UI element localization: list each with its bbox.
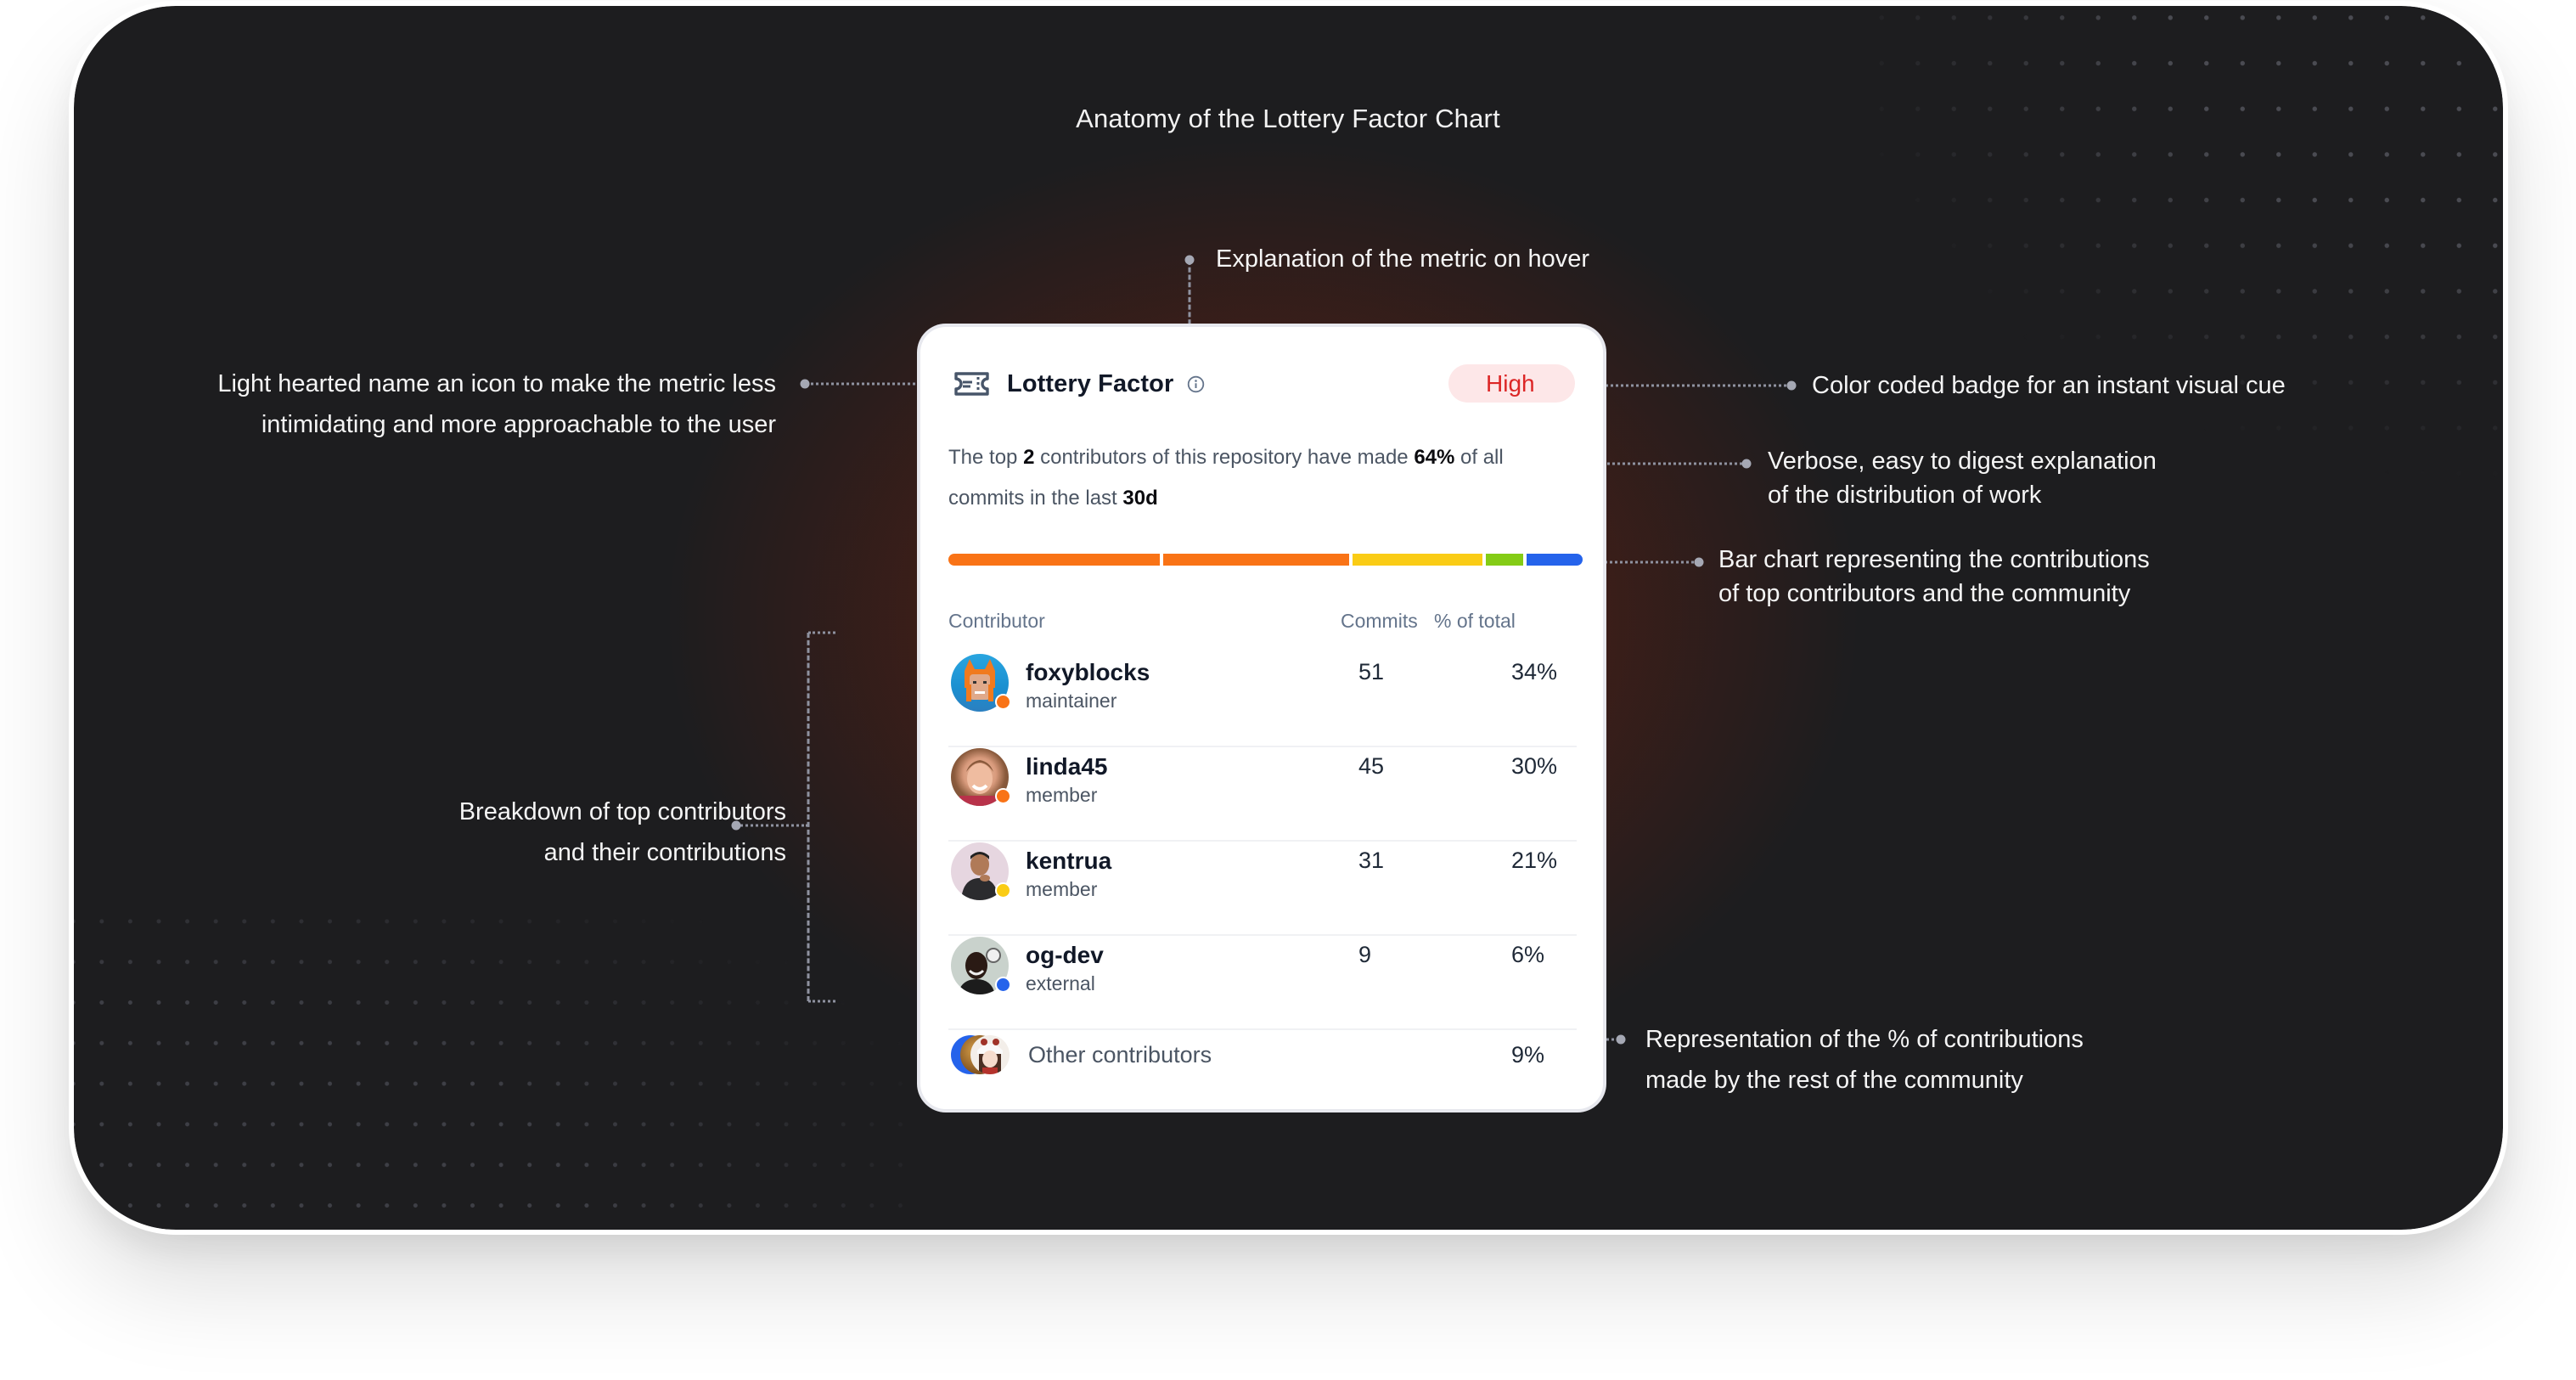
role-dot: [995, 788, 1011, 804]
role-dot: [995, 694, 1011, 710]
bar-segment-foxyblocks[interactable]: [948, 554, 1160, 566]
contributor-commits: 9: [1358, 942, 1372, 967]
annotation-line: intimidating and more approachable to th…: [261, 411, 776, 438]
summary-part: The top: [948, 446, 1024, 469]
column-contributor: Contributor: [948, 610, 1045, 632]
annotation-badge: Color coded badge for an instant visual …: [1812, 372, 2286, 399]
lottery-factor-card: Lottery Factor High The top 2 contributo…: [920, 327, 1603, 1109]
other-contributors-label[interactable]: Other contributors: [1028, 1042, 1212, 1068]
connector-breakdown: [736, 824, 808, 827]
info-icon[interactable]: [1187, 375, 1205, 393]
annotation-line: Light hearted name an icon to make the m…: [217, 370, 776, 397]
diagram-title: Anatomy of the Lottery Factor Chart: [1076, 104, 1500, 133]
avatar-stack: [948, 1035, 1016, 1078]
annotation-line: Representation of the % of contributions: [1645, 1026, 2084, 1053]
contributor-percent: 30%: [1511, 753, 1558, 779]
contributor-role: external: [1026, 972, 1095, 994]
summary-percent: 64%: [1414, 446, 1455, 469]
card-title: Lottery Factor: [1007, 369, 1174, 397]
contributor-name[interactable]: linda45: [1026, 753, 1107, 780]
bar-segment-linda45[interactable]: [1162, 554, 1349, 566]
dot-grid-top-right: [1864, 6, 2503, 482]
annotation-breakdown: Breakdown of top contributors and their …: [459, 791, 786, 873]
avatar: [951, 842, 1011, 900]
table-row[interactable]: kentrua member 31 21%: [948, 842, 1577, 936]
contributor-role: member: [1026, 878, 1098, 900]
table-header: Contributor Commits % of total: [948, 610, 1577, 635]
other-contributors-percent: 9%: [1511, 1042, 1545, 1067]
contributor-commits: 31: [1358, 848, 1385, 873]
avatar: [951, 654, 1011, 712]
connector-bar-chart: [1594, 560, 1699, 564]
contributor-commits: 51: [1358, 659, 1385, 684]
contributor-name[interactable]: foxyblocks: [1026, 659, 1150, 686]
annotation-hover-explanation: Explanation of the metric on hover: [1216, 245, 1590, 273]
contributor-percent: 6%: [1511, 942, 1545, 967]
table-row[interactable]: foxyblocks maintainer 51 34%: [948, 654, 1577, 747]
annotation-line: Bar chart representing the contributions: [1718, 546, 2150, 573]
annotation-line: of the distribution of work: [1768, 482, 2042, 509]
summary-top-count: 2: [1023, 446, 1035, 469]
role-dot: [995, 882, 1011, 898]
bar-segment-og-dev[interactable]: [1486, 554, 1524, 566]
avatar: [970, 1035, 1010, 1074]
annotation-name-icon: Light hearted name an icon to make the m…: [217, 363, 776, 445]
contributor-percent: 34%: [1511, 659, 1558, 684]
annotation-representation: Representation of the % of contributions…: [1645, 1019, 2084, 1101]
contributor-name[interactable]: og-dev: [1026, 942, 1104, 969]
annotation-line: and their contributions: [543, 839, 786, 866]
annotation-verbose: Verbose, easy to digest explanation of t…: [1768, 444, 2157, 512]
contribution-bar-chart: [948, 554, 1583, 566]
summary-period: 30d: [1122, 487, 1158, 510]
connector-dot: [800, 379, 810, 389]
summary-part: contributors of this repository have mad…: [1034, 446, 1415, 469]
connector-dot: [1741, 459, 1752, 469]
contributor-role: member: [1026, 784, 1098, 806]
summary-text: The top 2 contributors of this repositor…: [948, 437, 1577, 519]
connector-dot: [1694, 557, 1704, 567]
table-row[interactable]: linda45 member 45 30%: [948, 748, 1577, 842]
column-percent: % of total: [1434, 610, 1516, 632]
connector-bracket-bottom: [808, 1000, 835, 1003]
avatar: [951, 937, 1011, 994]
table-row[interactable]: og-dev external 9 6%: [948, 937, 1577, 1030]
annotation-line: made by the rest of the community: [1645, 1067, 2023, 1094]
other-contributors-row[interactable]: Other contributors 9%: [948, 1032, 1577, 1091]
ticket-icon: [954, 372, 989, 396]
connector-dot: [1616, 1034, 1626, 1045]
contributor-commits: 45: [1358, 753, 1385, 779]
connector-bracket: [807, 633, 810, 1001]
contributor-percent: 21%: [1511, 848, 1558, 873]
bar-segment-kentrua[interactable]: [1352, 554, 1483, 566]
status-badge: High: [1448, 364, 1575, 403]
contributor-role: maintainer: [1026, 690, 1117, 712]
dot-grid-bottom-left: [74, 889, 923, 1230]
annotation-bar-chart: Bar chart representing the contributions…: [1718, 543, 2150, 611]
bar-segment-other-contributors[interactable]: [1527, 554, 1583, 566]
connector-dot: [1786, 380, 1797, 391]
annotation-line: of top contributors and the community: [1718, 580, 2131, 607]
contributor-name[interactable]: kentrua: [1026, 848, 1111, 875]
connector-dot: [731, 820, 741, 831]
card-header: Lottery Factor: [953, 366, 1205, 402]
column-commits: Commits: [1341, 610, 1418, 632]
connector-name-icon: [805, 382, 936, 386]
avatar: [951, 748, 1011, 806]
role-dot: [995, 977, 1011, 993]
avatar-image: [977, 1039, 1003, 1074]
annotation-line: Verbose, easy to digest explanation: [1768, 448, 2157, 475]
connector-dot: [1184, 255, 1195, 265]
connector-bracket-top: [808, 631, 835, 634]
